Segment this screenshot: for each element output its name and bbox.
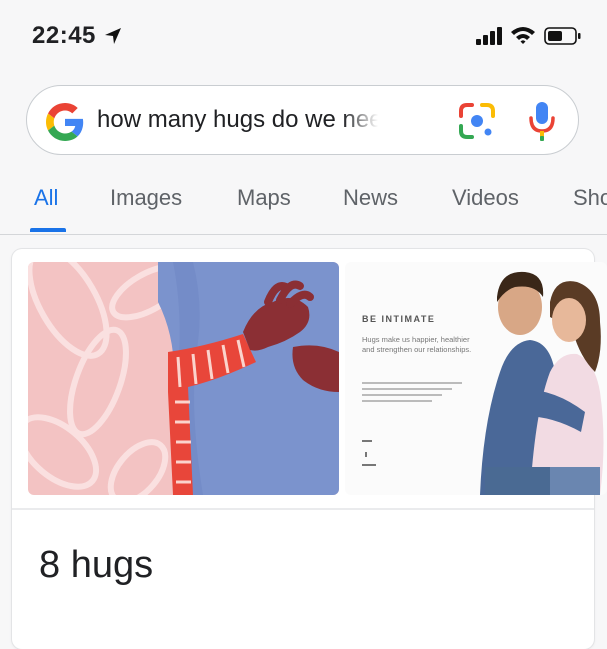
battery-icon <box>544 27 581 45</box>
status-time: 22:45 <box>32 22 96 49</box>
tab-news[interactable]: News <box>343 185 398 211</box>
tabs-divider <box>0 234 607 235</box>
wifi-icon <box>511 27 535 44</box>
search-text-fade <box>343 98 393 144</box>
be-intimate-ad-image[interactable]: BE INTIMATE Hugs make us happier, health… <box>345 262 607 495</box>
hug-illustration-image[interactable] <box>28 262 339 495</box>
active-tab-indicator <box>30 228 66 232</box>
featured-snippet-card: BE INTIMATE Hugs make us happier, health… <box>12 249 607 649</box>
location-arrow-icon <box>105 28 121 44</box>
search-query[interactable]: how many hugs do we need a... <box>97 106 379 134</box>
cellular-signal-icon <box>476 27 502 45</box>
google-logo-icon <box>46 103 84 141</box>
search-box[interactable]: how many hugs do we need a... <box>26 85 579 155</box>
tab-images[interactable]: Images <box>110 185 182 211</box>
card-divider <box>12 508 594 510</box>
tab-maps[interactable]: Maps <box>237 185 291 211</box>
search-tabs: All Images Maps News Videos Sho <box>0 175 607 235</box>
featured-answer: 8 hugs <box>39 544 154 586</box>
tab-videos[interactable]: Videos <box>452 185 519 211</box>
tab-all[interactable]: All <box>34 185 58 211</box>
google-lens-icon[interactable] <box>458 102 496 140</box>
tab-shopping[interactable]: Sho <box>573 185 607 211</box>
status-bar: 22:45 <box>0 0 607 70</box>
microphone-icon[interactable] <box>527 100 557 142</box>
